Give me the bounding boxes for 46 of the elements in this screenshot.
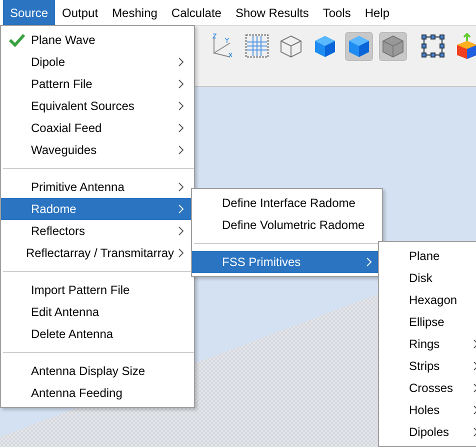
menu-item[interactable]: Holes xyxy=(379,399,476,421)
menu-item[interactable]: Antenna Feeding xyxy=(1,382,194,404)
toolbar-button[interactable] xyxy=(419,32,447,60)
chevron-icon xyxy=(178,79,184,89)
menu-item[interactable]: Pattern File xyxy=(1,73,194,95)
menu-item[interactable]: Coaxial Feed xyxy=(1,117,194,139)
menu-item[interactable]: Dipole xyxy=(1,51,194,73)
menu-item[interactable]: Edit Antenna xyxy=(1,301,194,323)
menu-item[interactable]: Strips xyxy=(379,355,476,377)
menu-item[interactable]: Define Interface Radome xyxy=(192,192,382,214)
chevron-icon xyxy=(178,248,184,258)
chevron-icon xyxy=(178,145,184,155)
menu-item[interactable]: Disk xyxy=(379,267,476,289)
menu-item[interactable]: Hexagon xyxy=(379,289,476,311)
menu-bar-item[interactable]: Meshing xyxy=(105,0,164,25)
chevron-icon xyxy=(366,257,372,267)
menu-item[interactable]: Equivalent Sources xyxy=(1,95,194,117)
menu-item[interactable]: Antenna Display Size xyxy=(1,360,194,382)
menu-bar-item[interactable]: Show Results xyxy=(228,0,316,25)
menu-bar-item[interactable]: Output xyxy=(55,0,106,25)
menu-item[interactable]: Crosses xyxy=(379,377,476,399)
menu-bar-item[interactable]: Help xyxy=(358,0,397,25)
menu-item[interactable]: Waveguides xyxy=(1,139,194,161)
menu-bar-item[interactable]: Tools xyxy=(316,0,358,25)
menu-bar-item[interactable]: Source xyxy=(3,0,56,25)
menu-item[interactable]: Define Volumetric Radome xyxy=(192,214,382,236)
menu-item[interactable]: Import Pattern File xyxy=(1,279,194,301)
chevron-icon xyxy=(178,123,184,133)
menu-item[interactable]: Plane xyxy=(379,245,476,267)
chevron-icon xyxy=(178,101,184,111)
chevron-icon xyxy=(178,182,184,192)
menu-item[interactable]: Dipoles xyxy=(379,421,476,443)
toolbar-button[interactable] xyxy=(243,32,271,60)
chevron-icon xyxy=(178,57,184,67)
menu-item[interactable]: Reflectors xyxy=(1,220,194,242)
menu-item[interactable]: Rings xyxy=(379,333,476,355)
menu-bar-item[interactable]: Calculate xyxy=(164,0,228,25)
chevron-icon xyxy=(178,204,184,214)
menu-item[interactable]: Reflectarray / Transmitarray xyxy=(1,242,194,264)
menu-item[interactable]: Plane Wave xyxy=(1,29,194,51)
menu-item[interactable]: Ellipse xyxy=(379,311,476,333)
chevron-icon xyxy=(178,226,184,236)
menu-item[interactable]: Delete Antenna xyxy=(1,323,194,345)
check-icon xyxy=(9,33,25,47)
menu-item[interactable]: Primitive Antenna xyxy=(1,176,194,198)
menu-item[interactable]: Radome xyxy=(1,198,194,220)
